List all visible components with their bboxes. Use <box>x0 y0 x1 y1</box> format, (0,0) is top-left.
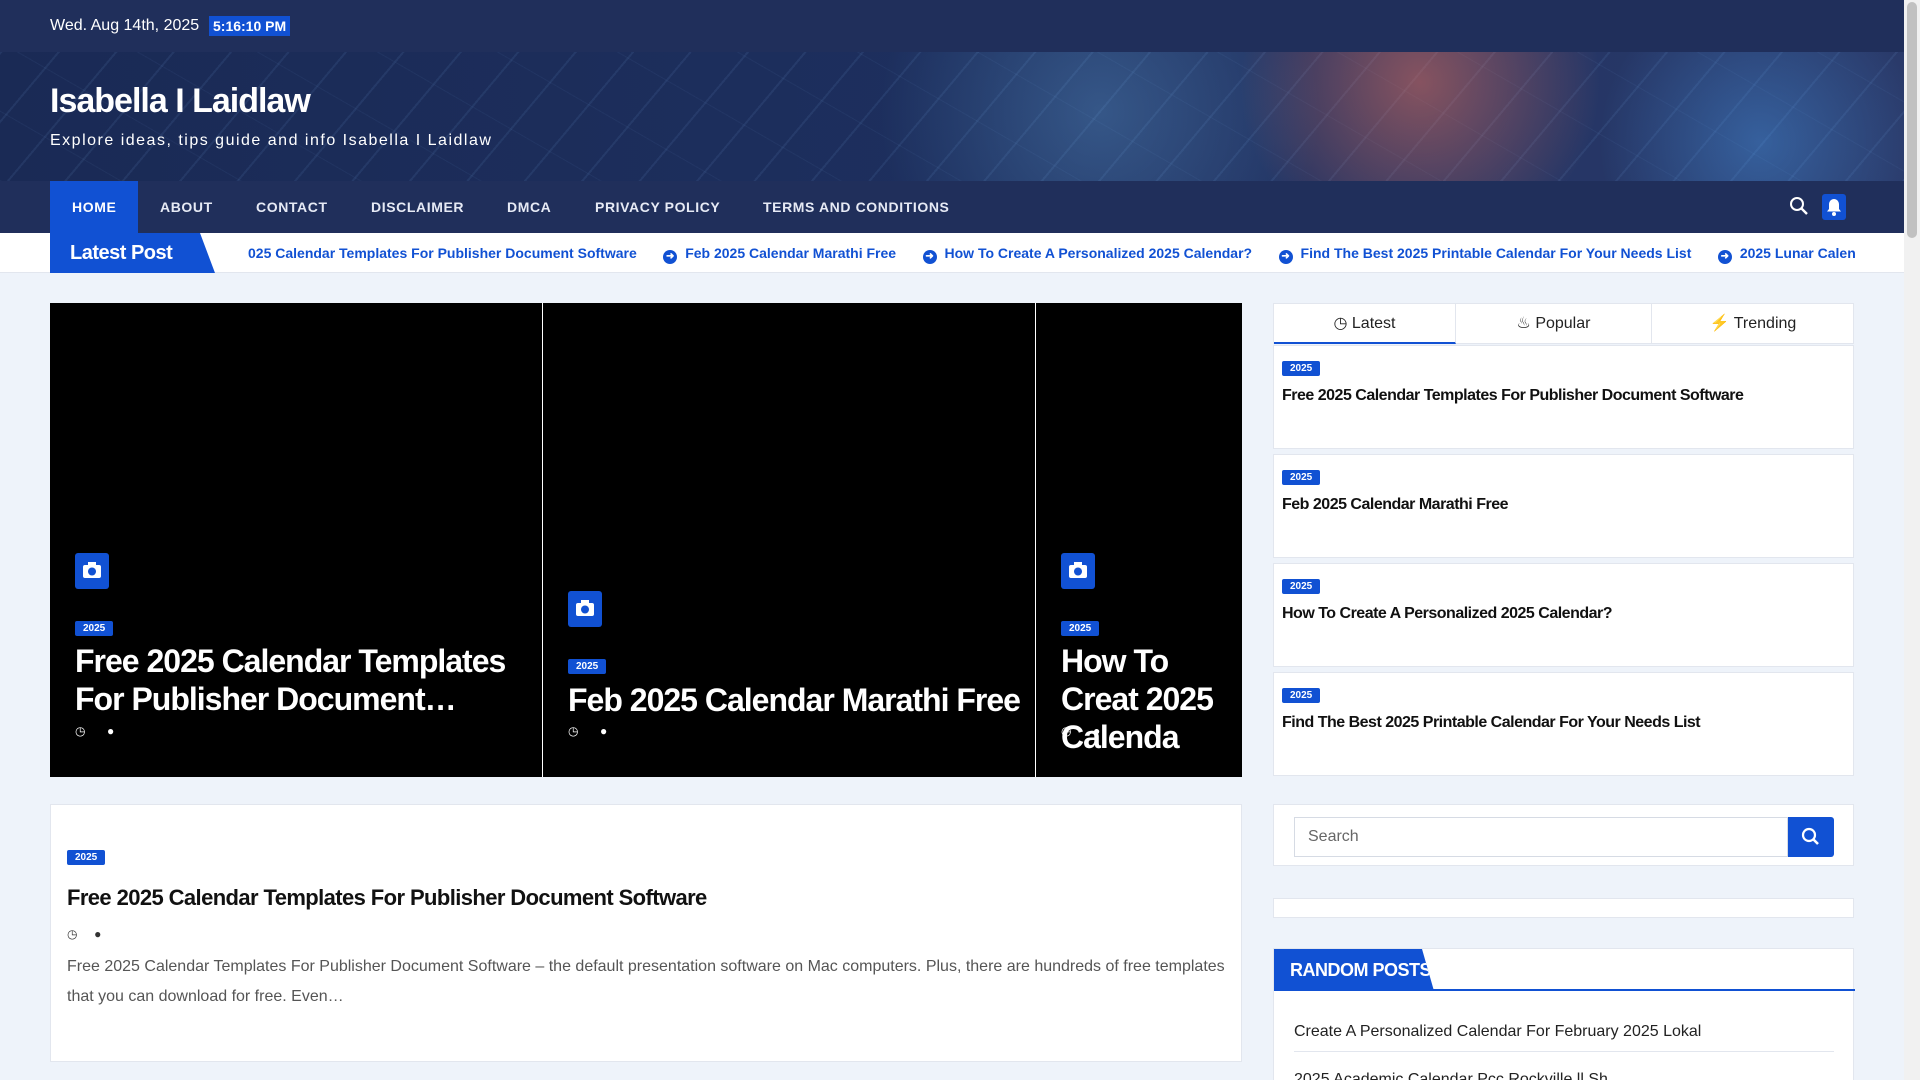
nav-contact[interactable]: CONTACT <box>234 181 350 233</box>
random-posts-heading: RANDOM POSTS <box>1274 949 1855 991</box>
category-badge[interactable]: 2025 <box>1282 579 1321 594</box>
arrow-right-icon: ➜ <box>1717 250 1732 264</box>
ticker-item[interactable]: ➜ How To Create A Personalized 2025 Calen… <box>922 233 1252 273</box>
nav-dmca[interactable]: DMCA <box>485 181 573 233</box>
site-title[interactable]: Isabella I Laidlaw <box>50 82 311 121</box>
tab-latest[interactable]: ◷ Latest <box>1274 304 1456 344</box>
nav-disclaimer[interactable]: DISCLAIMER <box>349 181 486 233</box>
category-badge[interactable]: 2025 <box>568 659 607 674</box>
sidebar-post[interactable]: 2025 Feb 2025 Calendar Marathi Free <box>1273 454 1854 558</box>
sidebar-post[interactable]: 2025 Free 2025 Calendar Templates For Pu… <box>1273 345 1854 449</box>
slide[interactable]: 2025 How To Creat 2025 Calenda ◷ ● <box>1036 303 1242 777</box>
site-header: Isabella I Laidlaw Explore ideas, tips g… <box>0 52 1904 181</box>
clock-icon: ◷ <box>1333 315 1348 332</box>
random-posts-widget: RANDOM POSTS Create A Personalized Calen… <box>1273 948 1855 1080</box>
nav-privacy-policy[interactable]: PRIVACY POLICY <box>573 181 742 233</box>
ticker-label: Latest Post <box>50 233 215 273</box>
slide[interactable]: 2025 Free 2025 Calendar Templates For Pu… <box>50 303 542 777</box>
bolt-icon: ⚡ <box>1709 315 1730 332</box>
tab-popular[interactable]: ♨ Popular <box>1456 304 1652 344</box>
clock-icon: ◷ <box>75 724 86 738</box>
featured-slider: 2025 Free 2025 Calendar Templates For Pu… <box>50 303 1242 777</box>
current-date: Wed. Aug 14th, 2025 <box>50 17 200 34</box>
nav-terms-and-conditions[interactable]: TERMS AND CONDITIONS <box>741 181 971 233</box>
current-time: 5:16:10 PM <box>209 16 291 36</box>
empty-widget <box>1273 898 1854 918</box>
sidebar-post[interactable]: 2025 How To Create A Personalized 2025 C… <box>1273 563 1854 667</box>
top-bar: Wed. Aug 14th, 2025 5:16:10 PM <box>0 0 1904 52</box>
user-icon: ● <box>600 724 608 738</box>
category-badge[interactable]: 2025 <box>75 621 114 636</box>
sidebar-post[interactable]: 2025 Find The Best 2025 Printable Calend… <box>1273 672 1854 776</box>
post-title[interactable]: Free 2025 Calendar Templates For Publish… <box>67 885 707 911</box>
sidebar-post-title[interactable]: How To Create A Personalized 2025 Calend… <box>1282 605 1613 623</box>
scrollbar-thumb[interactable] <box>1907 2 1917 238</box>
category-badge[interactable]: 2025 <box>1282 361 1321 376</box>
page-scrollbar[interactable] <box>1904 0 1920 1080</box>
post-excerpt: Free 2025 Calendar Templates For Publish… <box>67 958 1225 1005</box>
camera-icon <box>75 553 109 589</box>
latest-post-ticker: Latest Post 025 Calendar Templates For P… <box>0 233 1904 273</box>
search-icon[interactable] <box>1789 196 1809 216</box>
category-badge[interactable]: 2025 <box>1282 688 1321 703</box>
sidebar-post-title[interactable]: Feb 2025 Calendar Marathi Free <box>1282 496 1508 514</box>
ticker-item[interactable]: ➜ Feb 2025 Calendar Marathi Free <box>663 233 896 273</box>
ticker-item[interactable]: ➜ 2025 Lunar Calend <box>1717 233 1856 273</box>
nav-about[interactable]: ABOUT <box>138 181 235 233</box>
main-nav: HOME ABOUT CONTACT DISCLAIMER DMCA PRIVA… <box>0 181 1904 233</box>
slide[interactable]: 2025 Feb 2025 Calendar Marathi Free ◷ ● <box>543 303 1035 777</box>
slide-title[interactable]: How To Creat 2025 Calenda <box>1061 642 1242 756</box>
camera-icon <box>1061 553 1095 589</box>
user-icon: ● <box>107 724 115 738</box>
category-badge[interactable]: 2025 <box>1282 470 1321 485</box>
random-post-link[interactable]: Create A Personalized Calendar For Febru… <box>1294 1012 1834 1052</box>
user-icon: ● <box>94 927 102 941</box>
tab-trending[interactable]: ⚡ Trending <box>1652 304 1854 344</box>
post-card: 2025 Free 2025 Calendar Templates For Pu… <box>50 804 1242 1062</box>
nav-home[interactable]: HOME <box>50 181 139 233</box>
arrow-right-icon: ➜ <box>663 250 678 264</box>
notification-bell-icon[interactable] <box>1822 194 1846 220</box>
arrow-right-icon: ➜ <box>1278 250 1293 264</box>
ticker-item[interactable]: 025 Calendar Templates For Publisher Doc… <box>248 233 637 273</box>
category-badge[interactable]: 2025 <box>1061 621 1100 636</box>
user-icon: ● <box>1093 724 1101 738</box>
sidebar-post-title[interactable]: Free 2025 Calendar Templates For Publish… <box>1282 387 1744 405</box>
arrow-right-icon: ➜ <box>922 250 937 264</box>
fire-icon: ♨ <box>1516 315 1531 332</box>
ticker-item[interactable]: ➜ Find The Best 2025 Printable Calendar F… <box>1278 233 1691 273</box>
site-tagline: Explore ideas, tips guide and info Isabe… <box>50 132 493 149</box>
ticker-track: 025 Calendar Templates For Publisher Doc… <box>248 233 1856 273</box>
category-badge[interactable]: 2025 <box>67 850 106 865</box>
slide-title[interactable]: Free 2025 Calendar Templates For Publish… <box>75 642 530 718</box>
slide-title[interactable]: Feb 2025 Calendar Marathi Free <box>568 681 1023 719</box>
search-widget <box>1273 804 1854 866</box>
search-input[interactable] <box>1294 817 1788 857</box>
random-post-link[interactable]: 2025 Academic Calendar Pcc Rockville ll … <box>1294 1060 1834 1080</box>
post-meta: ◷ ● <box>67 927 101 941</box>
sidebar-tabs: ◷ Latest ♨ Popular ⚡ Trending <box>1273 303 1854 344</box>
camera-icon <box>568 591 602 627</box>
clock-icon: ◷ <box>568 724 579 738</box>
clock-icon: ◷ <box>1061 724 1072 738</box>
clock-icon: ◷ <box>67 927 78 941</box>
sidebar-post-title[interactable]: Find The Best 2025 Printable Calendar Fo… <box>1282 714 1701 732</box>
search-button[interactable] <box>1788 817 1834 857</box>
